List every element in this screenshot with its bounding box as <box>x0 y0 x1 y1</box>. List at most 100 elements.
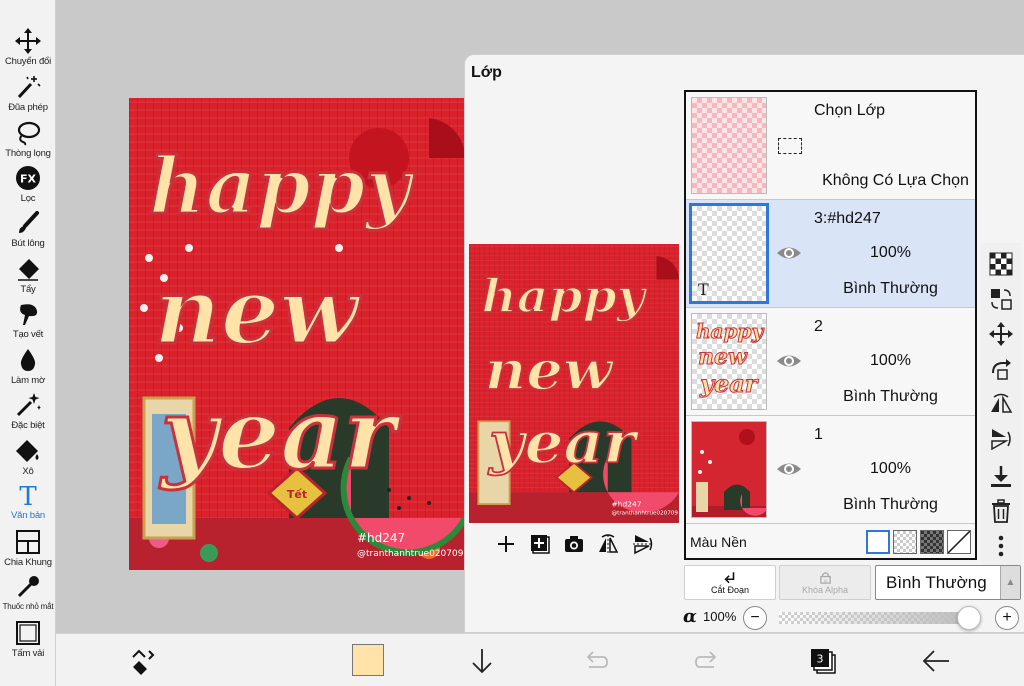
merge-down-button[interactable] <box>988 463 1014 489</box>
artwork-canvas[interactable]: happy new year Tết #hd247 @tranthanhtrue… <box>129 98 465 570</box>
opacity-slider-fill <box>779 612 969 624</box>
layer-name: 1 <box>814 426 823 443</box>
import-button[interactable] <box>467 646 497 676</box>
eraser-icon <box>18 259 39 281</box>
opacity-row: α 100% − + <box>465 605 1024 631</box>
tool-label: Bút lông <box>11 238 45 249</box>
layer-name: 2 <box>814 318 823 335</box>
selection-marquee-icon <box>778 138 802 154</box>
bg-dark-checker-swatch[interactable] <box>920 530 944 554</box>
selection-status: Không Có Lựa Chọn <box>822 172 969 189</box>
tool-brush[interactable]: Bút lông <box>0 210 56 249</box>
frame-divider-icon <box>16 530 40 554</box>
flip-vertical-icon <box>991 429 1011 451</box>
plus-square-icon <box>531 535 550 554</box>
preview-word-happy: happy <box>482 269 649 323</box>
layer-preview: happy new year #hd247 @tranthanhtrue0207… <box>469 244 679 523</box>
quick-action-button[interactable] <box>126 646 156 676</box>
undo-icon <box>586 651 608 668</box>
flip-layer-horizontal-button[interactable] <box>988 391 1014 417</box>
primary-color-swatch[interactable] <box>352 644 384 676</box>
camera-layer-button[interactable] <box>561 531 587 557</box>
opacity-increase-button[interactable]: + <box>995 606 1019 630</box>
bg-none-swatch[interactable] <box>947 530 971 554</box>
lock-icon: α <box>819 571 831 584</box>
tool-blur[interactable]: Làm mờ <box>0 347 56 386</box>
left-toolbar: Chuyển đổi Đũa phép Thòng lọng FX Lọc Bú… <box>0 0 56 686</box>
tool-smudge[interactable]: Tạo vết <box>0 301 56 340</box>
background-label: Màu Nền <box>690 534 747 550</box>
opacity-slider[interactable] <box>779 606 981 630</box>
tool-magic-wand[interactable]: Đũa phép <box>0 74 56 113</box>
canvas-icon <box>16 621 40 645</box>
layer-row-1[interactable]: 1 100% Bình Thường <box>686 416 975 524</box>
opacity-decrease-button[interactable]: − <box>743 606 767 630</box>
rotate-layer-button[interactable] <box>988 356 1014 382</box>
blend-mode-value: Bình Thường <box>886 573 987 592</box>
color-swatch-fill <box>352 644 384 676</box>
svg-text:T: T <box>19 482 37 508</box>
panel-title: Lớp <box>471 64 502 81</box>
layer-opacity: 100% <box>870 460 911 477</box>
checker-button[interactable] <box>988 251 1014 277</box>
undo-button[interactable] <box>580 646 610 676</box>
more-options-button[interactable] <box>988 533 1014 559</box>
add-image-layer-button[interactable] <box>527 531 553 557</box>
bg-transparent-swatch[interactable] <box>893 530 917 554</box>
tool-filter[interactable]: FX Lọc <box>0 165 56 204</box>
layer-blend-mode: Bình Thường <box>843 496 938 513</box>
alpha-lock-button[interactable]: α Khóa Alpha <box>779 565 871 600</box>
blend-mode-select[interactable]: Bình Thường ▲ <box>875 565 1021 600</box>
brush-icon <box>19 211 39 233</box>
tool-label: Xô <box>22 466 34 477</box>
layer-row-2[interactable]: happy new year 2 100% Bình Thường <box>686 308 975 416</box>
move-layer-button[interactable] <box>988 321 1014 347</box>
clipping-button[interactable]: Cắt Đoạn <box>684 565 776 600</box>
arrow-down-icon <box>472 649 492 674</box>
tool-transform[interactable]: Chuyển đổi <box>0 28 56 67</box>
tool-label: Đặc biệt <box>11 420 45 431</box>
tool-frame-divider[interactable]: Chia Khung <box>0 529 56 568</box>
redo-button[interactable] <box>693 646 723 676</box>
opacity-value: 100% <box>703 609 737 624</box>
svg-text:FX: FX <box>20 173 37 186</box>
tool-eyedropper[interactable]: Thuốc nhỏ mắt <box>0 574 56 611</box>
tool-lasso[interactable]: Thòng lọng <box>0 120 56 159</box>
art-hashtag: #hd247 <box>357 531 405 545</box>
clip-arrow-icon <box>724 571 735 583</box>
bg-white-swatch[interactable] <box>866 530 890 554</box>
lasso-icon <box>17 121 41 146</box>
layers-stack-icon: 3 <box>811 649 836 674</box>
swap-layer-button[interactable] <box>988 286 1014 312</box>
flip-layer-vertical-button[interactable] <box>988 426 1014 452</box>
tool-special[interactable]: Đặc biệt <box>0 392 56 431</box>
clipping-label: Cắt Đoạn <box>710 584 750 595</box>
artwork-image: happy new year Tết #hd247 @tranthanhtrue… <box>129 98 465 570</box>
layer-row-3[interactable]: T 3:#hd247 100% Bình Thường <box>686 200 975 308</box>
alpha-lock-label: Khóa Alpha <box>801 584 849 595</box>
move-arrows-icon <box>989 322 1013 346</box>
preview-word-year: year <box>487 409 640 477</box>
flip-vertical-icon <box>633 535 653 555</box>
tool-eraser[interactable]: Tẩy <box>0 256 56 295</box>
eyedropper-icon <box>17 576 39 598</box>
tool-text[interactable]: T Văn bản <box>0 482 56 521</box>
tool-label: Thuốc nhỏ mắt <box>2 602 54 611</box>
tool-label: Tạo vết <box>12 329 44 340</box>
layer-name: 3:#hd247 <box>814 210 881 227</box>
selection-layer-row[interactable]: Chọn Lớp Không Có Lựa Chọn <box>686 92 975 200</box>
preview-hashtag: #hd247 <box>612 500 642 509</box>
add-layer-button[interactable] <box>493 531 519 557</box>
preview-credit: @tranthanhtrue020709 <box>612 511 679 517</box>
opacity-slider-handle[interactable] <box>957 606 981 630</box>
flip-horizontal-button[interactable] <box>595 531 621 557</box>
tool-label: Văn bản <box>11 510 45 521</box>
tool-label: Chuyển đổi <box>4 56 52 67</box>
tool-bucket[interactable]: Xô <box>0 438 56 477</box>
layers-button[interactable]: 3 <box>808 646 838 676</box>
back-button[interactable] <box>921 646 951 676</box>
flip-vertical-button[interactable] <box>629 531 655 557</box>
delete-layer-button[interactable] <box>988 498 1014 524</box>
smudge-icon <box>20 304 38 325</box>
tool-canvas[interactable]: Tấm vải <box>0 620 56 659</box>
